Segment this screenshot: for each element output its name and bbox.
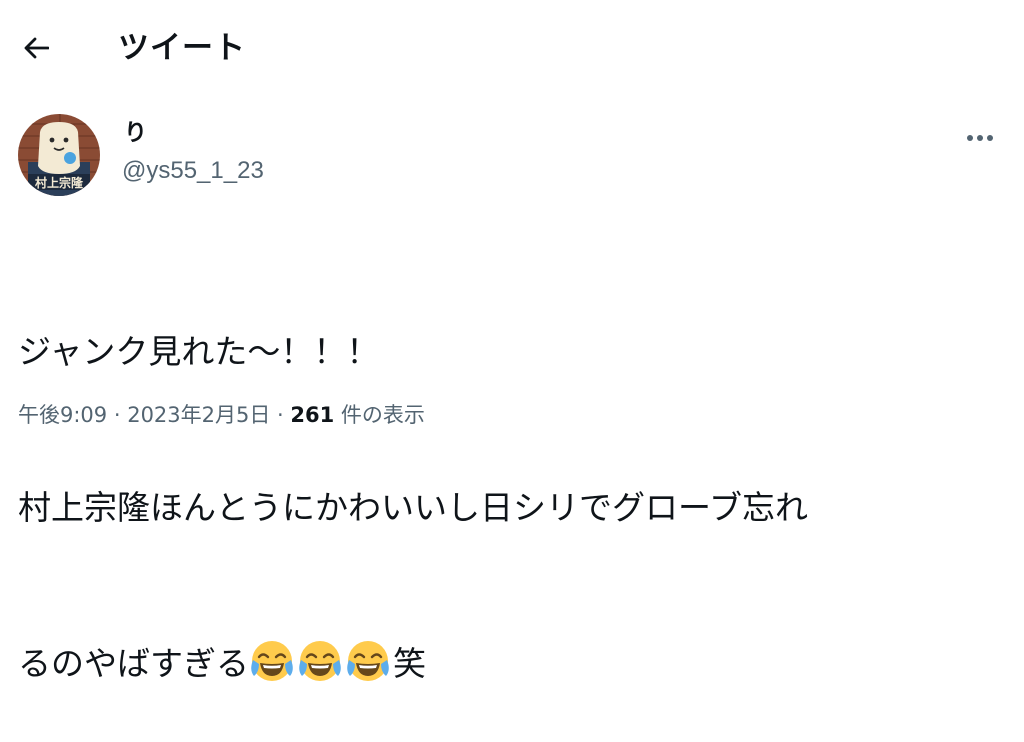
face-with-tears-of-joy-icon bbox=[347, 641, 389, 681]
page-title: ツイート bbox=[118, 30, 246, 66]
views-label: 件の表示 bbox=[334, 403, 425, 427]
face-with-tears-of-joy-icon bbox=[299, 641, 341, 681]
avatar-caption: 村上宗隆 bbox=[35, 175, 84, 190]
tweet-line: ジャンク見れた〜！！！ bbox=[18, 332, 380, 371]
back-button[interactable] bbox=[14, 26, 58, 70]
avatar-image: 村上宗隆 bbox=[18, 114, 100, 196]
face-with-tears-of-joy-icon bbox=[251, 641, 293, 681]
views-count: 261 bbox=[290, 403, 335, 427]
tweet-meta: 午後9:09 · 2023年2月5日 · 261 件の表示 bbox=[18, 400, 425, 430]
tweet-time[interactable]: 午後9:09 bbox=[18, 403, 107, 427]
tweet-header: ツイート bbox=[0, 0, 1024, 96]
author-handle[interactable]: @ys55_1_23 bbox=[122, 156, 264, 186]
meta-separator: · bbox=[270, 403, 291, 427]
tweet-date[interactable]: 2023年2月5日 bbox=[127, 403, 270, 427]
ellipsis-icon bbox=[967, 135, 993, 141]
avatar[interactable]: 村上宗隆 bbox=[18, 114, 100, 196]
tweet-line: 村上宗隆ほんとうにかわいいし日シリでグローブ忘れ bbox=[18, 488, 809, 527]
tweet-line-with-emoji: るのやばすぎる 笑 bbox=[18, 638, 1008, 690]
meta-separator: · bbox=[107, 403, 128, 427]
tweet-trailing-text: 笑 bbox=[393, 644, 426, 683]
arrow-left-icon bbox=[24, 37, 49, 59]
more-options-button[interactable] bbox=[960, 118, 1000, 158]
tweet-line: るのやばすぎる bbox=[18, 644, 249, 683]
author-display-name[interactable]: り bbox=[124, 118, 147, 148]
tweet-text: ジャンク見れた〜！！！ 村上宗隆ほんとうにかわいいし日シリでグローブ忘れ るのや… bbox=[18, 222, 1008, 742]
